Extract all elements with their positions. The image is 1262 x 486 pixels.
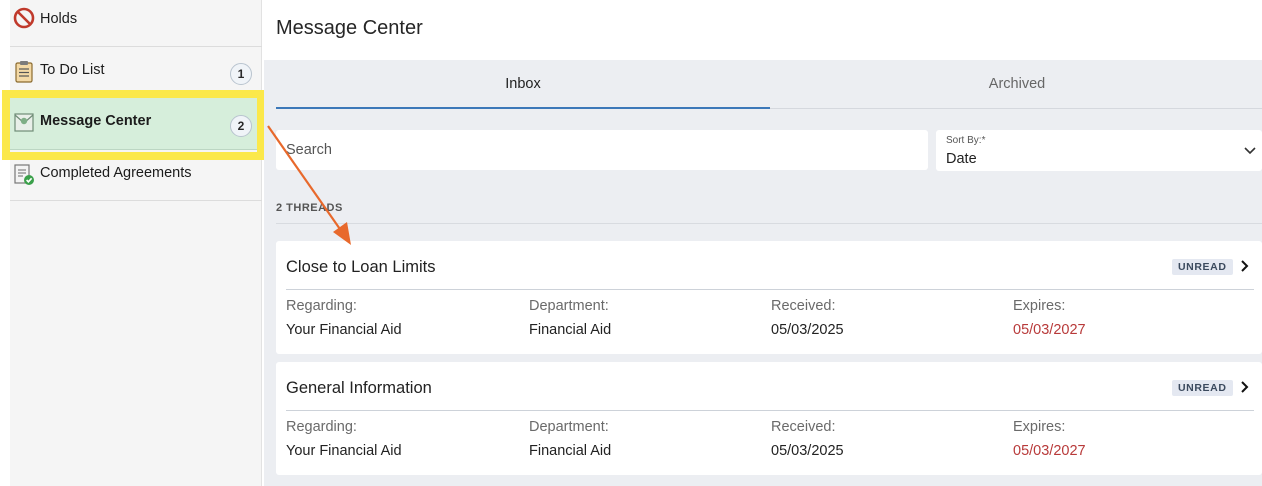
thread-title: General Information xyxy=(286,379,432,397)
field-label: Regarding: xyxy=(286,298,357,314)
sort-label: Sort By:* xyxy=(946,135,986,146)
sidebar-item-label: To Do List xyxy=(40,62,105,78)
sidebar-item-label: Completed Agreements xyxy=(40,165,192,181)
field-value: 05/03/2025 xyxy=(771,322,844,338)
field-label: Expires: xyxy=(1013,298,1066,314)
field-value: Financial Aid xyxy=(529,322,612,338)
divider xyxy=(276,223,1262,224)
divider xyxy=(286,289,1254,290)
clipboard-icon xyxy=(15,61,33,83)
regarding-field: Regarding: Your Financial Aid xyxy=(286,419,402,459)
sidebar-item-holds[interactable]: Holds xyxy=(10,0,262,47)
sidebar-item-label: Message Center xyxy=(40,113,152,129)
chevron-right-icon[interactable] xyxy=(1238,258,1252,274)
count-badge: 1 xyxy=(230,63,252,85)
field-label: Department: xyxy=(529,419,609,435)
expires-field: Expires: 05/03/2027 xyxy=(1013,298,1086,338)
divider xyxy=(286,410,1254,411)
page-title: Message Center xyxy=(276,17,423,39)
chevron-right-icon[interactable] xyxy=(1238,379,1252,395)
sidebar-item-completed-agreements[interactable]: Completed Agreements xyxy=(10,150,262,201)
thread-card[interactable]: General Information UNREAD Regarding: Yo… xyxy=(276,362,1262,475)
sidebar-item-message-center[interactable]: Message Center 2 xyxy=(10,98,262,150)
field-label: Department: xyxy=(529,298,609,314)
sort-select[interactable]: Sort By:* Date xyxy=(936,130,1262,171)
tab-archived[interactable]: Archived xyxy=(770,60,1262,109)
tab-inbox[interactable]: Inbox xyxy=(276,60,770,109)
received-field: Received: 05/03/2025 xyxy=(771,419,844,459)
field-label: Regarding: xyxy=(286,419,357,435)
thread-card[interactable]: Close to Loan Limits UNREAD Regarding: Y… xyxy=(276,241,1262,354)
sidebar: Holds To Do List 1 Message Center 2 Comp… xyxy=(10,0,262,486)
main-panel: Message Center Inbox Archived Sort By:* … xyxy=(264,0,1262,486)
field-value: 05/03/2025 xyxy=(771,443,844,459)
sidebar-item-label: Holds xyxy=(40,11,78,27)
thread-title: Close to Loan Limits xyxy=(286,258,436,276)
document-check-icon xyxy=(14,164,34,185)
thread-count: 2 THREADS xyxy=(276,202,343,214)
field-label: Received: xyxy=(771,298,836,314)
sort-value: Date xyxy=(946,151,977,167)
message-content: Inbox Archived Sort By:* Date 2 THREADS … xyxy=(264,60,1262,486)
count-badge: 2 xyxy=(230,115,252,137)
chevron-down-icon xyxy=(1244,147,1256,155)
field-value: 05/03/2027 xyxy=(1013,322,1086,338)
status-badge: UNREAD xyxy=(1172,380,1233,396)
field-value: 05/03/2027 xyxy=(1013,443,1086,459)
sidebar-item-to-do-list[interactable]: To Do List 1 xyxy=(10,47,262,98)
received-field: Received: 05/03/2025 xyxy=(771,298,844,338)
field-value: Financial Aid xyxy=(529,443,612,459)
search-box xyxy=(276,130,928,170)
field-value: Your Financial Aid xyxy=(286,443,402,459)
envelope-icon xyxy=(14,113,34,132)
field-label: Received: xyxy=(771,419,836,435)
department-field: Department: Financial Aid xyxy=(529,419,611,459)
department-field: Department: Financial Aid xyxy=(529,298,611,338)
regarding-field: Regarding: Your Financial Aid xyxy=(286,298,402,338)
tab-bar: Inbox Archived xyxy=(276,60,1262,109)
field-label: Expires: xyxy=(1013,419,1066,435)
search-input[interactable] xyxy=(276,130,928,170)
expires-field: Expires: 05/03/2027 xyxy=(1013,419,1086,459)
no-entry-icon xyxy=(13,7,35,29)
status-badge: UNREAD xyxy=(1172,259,1233,275)
field-value: Your Financial Aid xyxy=(286,322,402,338)
